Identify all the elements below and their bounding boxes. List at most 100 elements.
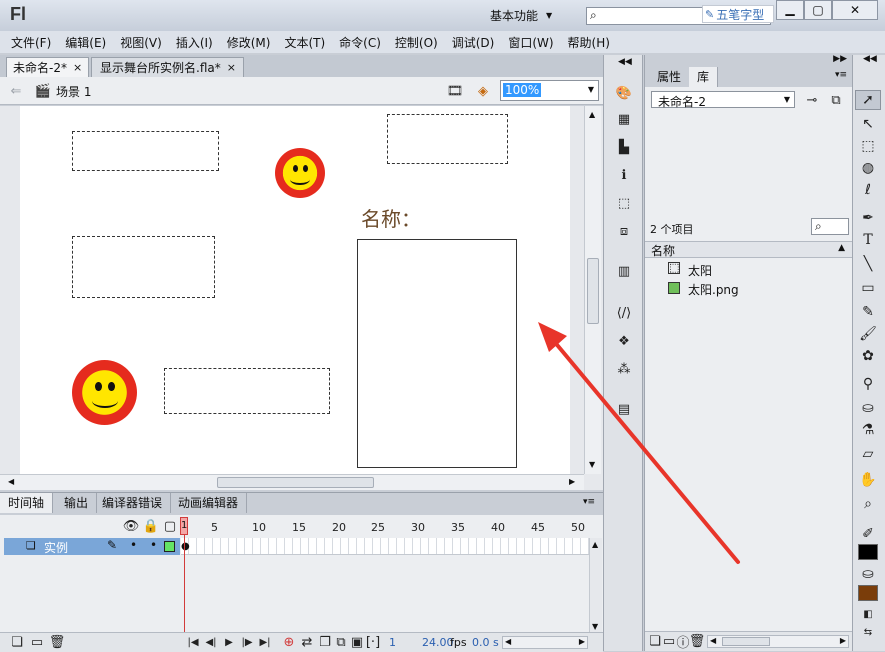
fill-color-icon[interactable]: ⛀ bbox=[855, 564, 881, 584]
loop-icon[interactable]: ⇄ bbox=[300, 635, 314, 650]
collapse-icon[interactable]: ▶▶ bbox=[833, 54, 847, 64]
components-icon[interactable]: ▥ bbox=[614, 261, 634, 281]
stroke-color-swatch[interactable] bbox=[858, 544, 878, 560]
eyedropper-tool-icon[interactable]: ⚗ bbox=[855, 420, 881, 440]
align-icon[interactable]: ▙ bbox=[614, 137, 634, 157]
pin-library-icon[interactable]: ⊸ bbox=[803, 91, 821, 109]
color-palette-icon[interactable]: 🎨 bbox=[614, 83, 634, 103]
frame-rate[interactable]: 24.00 bbox=[422, 636, 454, 649]
paint-bucket-tool-icon[interactable]: ⛀ bbox=[855, 398, 881, 418]
project-icon[interactable]: ▤ bbox=[614, 399, 634, 419]
zoom-tool-icon[interactable]: ⌕ bbox=[855, 494, 881, 514]
text-tool-icon[interactable]: T bbox=[855, 230, 881, 250]
play-icon[interactable]: ▶ bbox=[222, 635, 236, 649]
black-white-icon[interactable]: ◧ bbox=[855, 604, 881, 624]
scroll-thumb[interactable] bbox=[217, 477, 374, 488]
edit-multiple-frames-icon[interactable]: ▣ bbox=[350, 635, 364, 650]
library-horizontal-scrollbar[interactable]: ◀ ▶ bbox=[707, 635, 849, 648]
scroll-right-icon[interactable]: ▶ bbox=[569, 477, 575, 486]
edit-scene-icon[interactable]: 🎞 bbox=[444, 82, 466, 100]
new-folder-icon[interactable]: ▭ bbox=[663, 634, 675, 649]
tab-properties[interactable]: 属性 bbox=[649, 67, 691, 87]
scroll-down-icon[interactable]: ▼ bbox=[589, 460, 595, 469]
menu-view[interactable]: 视图(V) bbox=[113, 34, 169, 51]
tab-close-icon[interactable]: × bbox=[227, 61, 236, 74]
line-tool-icon[interactable]: ╲ bbox=[855, 254, 881, 274]
scroll-left-icon[interactable]: ◀ bbox=[8, 477, 14, 486]
timeline-horizontal-scrollbar[interactable]: ◀ ▶ bbox=[502, 636, 588, 649]
list-item[interactable]: 太阳.png bbox=[645, 280, 853, 298]
tab-untitled-2[interactable]: 未命名-2* × bbox=[6, 57, 89, 77]
properties-icon[interactable]: ⓘ bbox=[677, 634, 690, 651]
scroll-right-icon[interactable]: ▶ bbox=[840, 636, 846, 645]
outline-icon[interactable]: ▢ bbox=[163, 519, 177, 534]
timeline-vertical-scrollbar[interactable]: ▲ ▼ bbox=[589, 538, 602, 634]
next-frame-icon[interactable]: |▶ bbox=[240, 635, 254, 649]
text-field-middle-left[interactable] bbox=[72, 236, 215, 298]
scene-panel-icon[interactable]: ⧈ bbox=[614, 221, 634, 241]
collapse-icon[interactable]: ◀◀ bbox=[863, 54, 877, 64]
text-field-top-right[interactable] bbox=[387, 114, 508, 164]
layer-name[interactable]: 实例 bbox=[44, 539, 68, 556]
menu-edit[interactable]: 编辑(E) bbox=[58, 34, 113, 51]
tab-motion-editor[interactable]: 动画编辑器 bbox=[170, 493, 248, 513]
prev-frame-icon[interactable]: ◀| bbox=[204, 635, 218, 649]
panel-menu-icon[interactable]: ▾≡ bbox=[835, 70, 847, 80]
eraser-tool-icon[interactable]: ▱ bbox=[855, 444, 881, 464]
collapse-icon[interactable]: ◀◀ bbox=[618, 57, 632, 67]
tab-show-instance-name[interactable]: 显示舞台所实例名.fla* × bbox=[91, 57, 244, 77]
tab-output[interactable]: 输出 bbox=[56, 493, 98, 513]
tab-compiler-errors[interactable]: 编译器错误 bbox=[94, 493, 172, 513]
keyframe-icon[interactable]: ● bbox=[181, 541, 190, 552]
menu-file[interactable]: 文件(F) bbox=[4, 34, 58, 51]
menu-window[interactable]: 窗口(W) bbox=[501, 34, 560, 51]
modify-markers-icon[interactable]: [·] bbox=[366, 635, 380, 650]
vertical-scrollbar[interactable]: ▲ ▼ bbox=[584, 106, 601, 474]
playhead-marker[interactable]: 1 bbox=[180, 517, 188, 535]
text-field-top-left[interactable] bbox=[72, 131, 219, 171]
scroll-left-icon[interactable]: ◀ bbox=[710, 636, 716, 645]
minimize-button[interactable]: ▁ bbox=[776, 0, 804, 20]
scroll-left-icon[interactable]: ◀ bbox=[505, 637, 511, 646]
edit-symbols-icon[interactable]: ◈ bbox=[472, 82, 494, 100]
deco-tool-icon[interactable]: ✿ bbox=[855, 346, 881, 366]
scroll-thumb[interactable] bbox=[722, 637, 770, 646]
menu-text[interactable]: 文本(T) bbox=[277, 34, 332, 51]
onion-outline-icon[interactable]: ⧉ bbox=[334, 635, 348, 650]
frame-strip[interactable]: ● bbox=[181, 538, 589, 555]
eye-icon[interactable]: 👁 bbox=[123, 519, 140, 534]
tab-close-icon[interactable]: × bbox=[73, 61, 82, 74]
swap-colors-icon[interactable]: ⇆ bbox=[855, 622, 881, 642]
library-column-header[interactable]: 名称 ▲ bbox=[645, 241, 853, 258]
movie-explorer-icon[interactable]: ⁂ bbox=[614, 359, 634, 379]
new-layer-icon[interactable]: ❏ bbox=[10, 635, 24, 650]
scroll-up-icon[interactable]: ▲ bbox=[589, 110, 595, 119]
pencil-tool-icon[interactable]: ✎ bbox=[855, 302, 881, 322]
menu-help[interactable]: 帮助(H) bbox=[561, 34, 617, 51]
menu-commands[interactable]: 命令(C) bbox=[332, 34, 388, 51]
zoom-select[interactable]: 100% ▼ bbox=[500, 80, 599, 101]
layer-row[interactable]: ❏ 实例 ✎ • • bbox=[4, 538, 180, 555]
close-button[interactable]: ✕ bbox=[832, 0, 878, 20]
rectangle-tool-icon[interactable]: ▭ bbox=[855, 278, 881, 298]
back-arrow-icon[interactable]: ⇐ bbox=[8, 83, 24, 99]
text-field-bottom[interactable] bbox=[164, 368, 330, 414]
new-folder-icon[interactable]: ▭ bbox=[30, 635, 44, 650]
trash-icon[interactable]: 🗑 bbox=[689, 634, 706, 649]
first-frame-icon[interactable]: |◀ bbox=[186, 635, 200, 649]
layer-color-swatch[interactable] bbox=[164, 541, 175, 552]
selection-tool-icon[interactable]: ➚ bbox=[855, 90, 881, 110]
free-transform-tool-icon[interactable]: ⬚ bbox=[855, 136, 881, 156]
horizontal-scrollbar[interactable]: ◀ ▶ bbox=[0, 474, 584, 490]
actions-icon[interactable]: ⟨/⟩ bbox=[614, 303, 634, 323]
onion-skin-icon[interactable]: ❐ bbox=[318, 635, 332, 650]
stroke-color-icon[interactable]: ✐ bbox=[855, 524, 881, 544]
pen-tool-icon[interactable]: ✒ bbox=[855, 208, 881, 228]
panel-menu-icon[interactable]: ▾≡ bbox=[583, 497, 595, 507]
brush-tool-icon[interactable]: 🖌 bbox=[855, 324, 881, 344]
lasso-tool-icon[interactable]: ℓ bbox=[855, 180, 881, 200]
hand-tool-icon[interactable]: ✋ bbox=[855, 470, 881, 490]
sort-icon[interactable]: ▲ bbox=[838, 243, 845, 253]
trash-icon[interactable]: 🗑 bbox=[49, 635, 66, 650]
library-search-input[interactable]: ⌕ bbox=[811, 218, 849, 235]
